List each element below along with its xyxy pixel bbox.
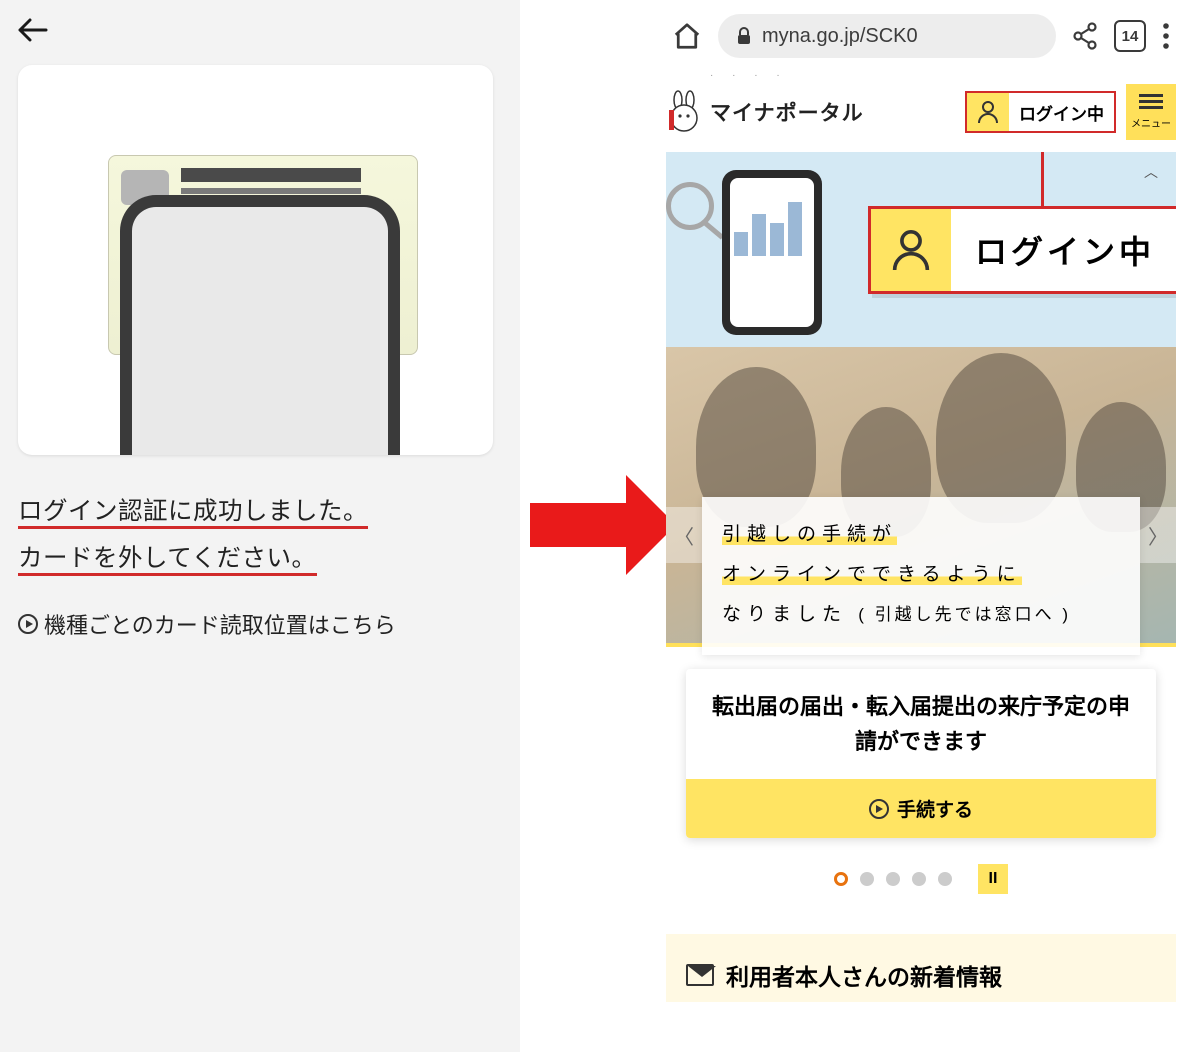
banner-line-3a: なりました — [722, 604, 847, 625]
tab-count-badge[interactable]: 14 — [1114, 20, 1146, 52]
chevron-up-icon[interactable]: ︿ — [1144, 162, 1158, 182]
right-browser-screen: myna.go.jp/SCK0 14 · · · · マイナポータル ログイン中… — [666, 0, 1176, 1052]
browser-menu-icon[interactable] — [1162, 22, 1170, 50]
person-icon — [871, 209, 951, 291]
readpos-link-label: 機種ごとのカード読取位置はこちら — [44, 608, 396, 640]
transition-arrow-icon — [530, 475, 676, 575]
procedure-action-button[interactable]: 手続する — [686, 779, 1156, 838]
menu-label: メニュー — [1131, 115, 1171, 130]
lock-icon — [736, 27, 752, 45]
login-success-text: ログイン認証に成功しました。 カードを外してください。 — [18, 489, 502, 582]
pager-dot-4[interactable] — [912, 872, 926, 886]
banner-line-1: 引越しの手続が — [722, 524, 897, 545]
login-status-badge-small[interactable]: ログイン中 — [965, 91, 1116, 133]
hero-photo: 〈 〉 引越しの手続が オンラインでできるように なりました ( 引越し先では窓… — [666, 347, 1176, 647]
login-status-small-label: ログイン中 — [1009, 100, 1114, 125]
browser-toolbar: myna.go.jp/SCK0 14 — [666, 0, 1176, 78]
phone-graphic — [120, 195, 400, 455]
banner-line-3b: ( 引越し先では窓口へ ) — [858, 605, 1071, 624]
play-circle-icon — [18, 614, 38, 634]
success-line-1: ログイン認証に成功しました。 — [18, 498, 368, 529]
site-header: · · · · マイナポータル ログイン中 メニュー — [666, 78, 1176, 152]
play-circle-icon — [869, 799, 889, 819]
hero-area: ︿ ログイン中 〈 〉 引越しの手続が オンラインでできるように なりました (… — [666, 152, 1176, 647]
procedure-action-label: 手続する — [897, 795, 973, 822]
hamburger-menu-button[interactable]: メニュー — [1126, 84, 1176, 140]
mail-icon — [686, 964, 714, 986]
pager-dot-1[interactable] — [834, 872, 848, 886]
hero-illustration: ︿ ログイン中 — [666, 152, 1176, 347]
login-status-badge-large: ログイン中 — [868, 206, 1176, 294]
share-icon[interactable] — [1072, 22, 1098, 50]
site-name: マイナポータル — [710, 97, 864, 127]
news-section: 利用者本人さんの新着情報 — [666, 934, 1176, 1002]
left-app-screen: ログイン認証に成功しました。 カードを外してください。 機種ごとのカード読取位置… — [0, 0, 520, 1052]
home-icon[interactable] — [672, 21, 702, 51]
procedure-card-title: 転出届の届出・転入届提出の来庁予定の申請ができます — [686, 669, 1156, 779]
carousel-prev-button[interactable]: 〈 — [666, 507, 702, 563]
person-icon — [967, 93, 1009, 131]
login-status-large-label: ログイン中 — [951, 227, 1176, 273]
pager-dot-5[interactable] — [938, 872, 952, 886]
pager-dot-2[interactable] — [860, 872, 874, 886]
carousel-pager: II — [666, 864, 1176, 894]
success-line-2: カードを外してください。 — [18, 545, 317, 576]
carousel-pause-button[interactable]: II — [978, 864, 1008, 894]
pager-dot-3[interactable] — [886, 872, 900, 886]
nfc-illustration — [18, 65, 493, 455]
back-arrow-icon[interactable] — [18, 18, 48, 42]
card-read-position-link[interactable]: 機種ごとのカード読取位置はこちら — [18, 608, 502, 640]
banner-line-2: オンラインでできるように — [722, 564, 1022, 585]
hero-banner-text: 引越しの手続が オンラインでできるように なりました ( 引越し先では窓口へ ) — [702, 497, 1140, 655]
procedure-card: 転出届の届出・転入届提出の来庁予定の申請ができます 手続する — [686, 669, 1156, 838]
news-heading: 利用者本人さんの新着情報 — [726, 958, 1002, 992]
news-heading-row: 利用者本人さんの新着情報 — [686, 958, 1156, 992]
logo-rabbit-icon — [666, 90, 702, 134]
annotation-connector — [1041, 152, 1044, 212]
logo-dots-decoration: · · · · — [710, 70, 788, 81]
carousel-next-button[interactable]: 〉 — [1140, 507, 1176, 563]
url-text: myna.go.jp/SCK0 — [762, 25, 918, 48]
address-bar[interactable]: myna.go.jp/SCK0 — [718, 14, 1056, 58]
